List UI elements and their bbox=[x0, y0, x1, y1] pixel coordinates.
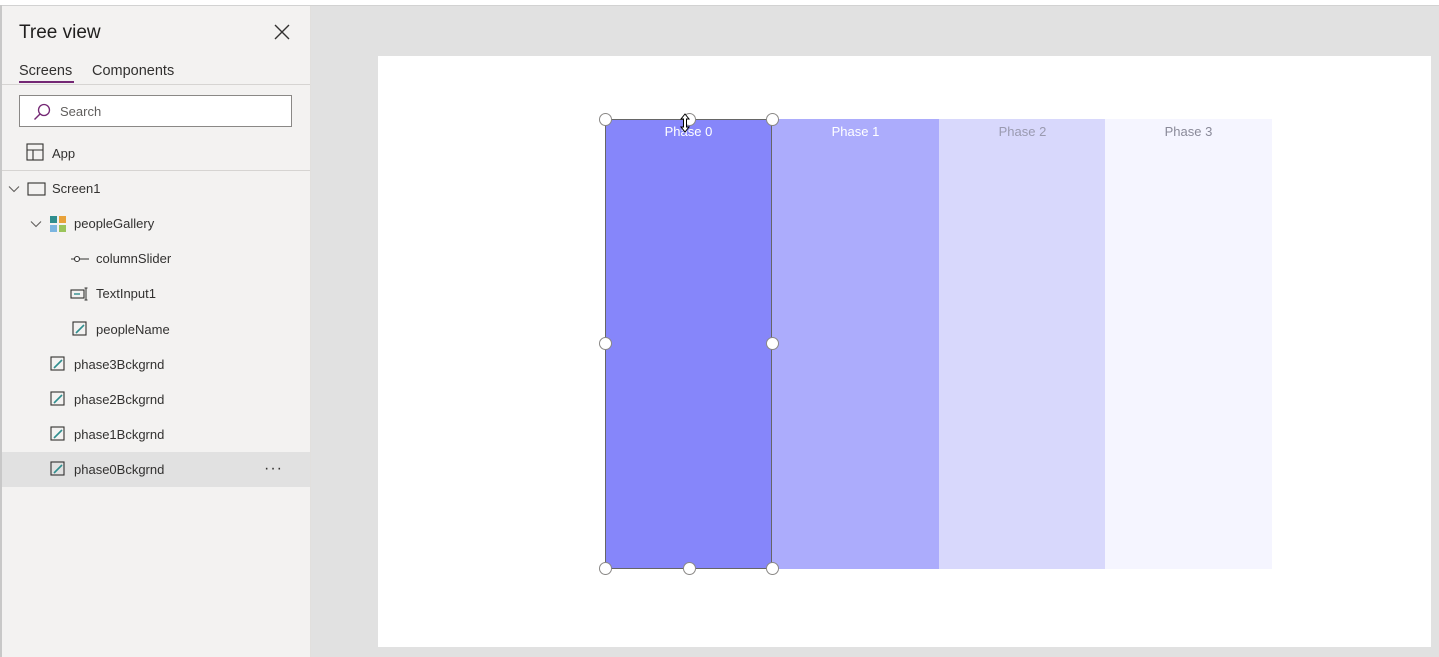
tree-item-phase3bckgrnd[interactable]: phase3Bckgrnd bbox=[2, 347, 310, 382]
tree-item-phase0bckgrnd[interactable]: phase0Bckgrnd ··· bbox=[2, 452, 310, 487]
edit-label-icon bbox=[50, 391, 65, 406]
phase-label: Phase 2 bbox=[998, 124, 1047, 139]
tree-item-textinput1[interactable]: TextInput1 bbox=[2, 276, 310, 311]
edit-label-icon bbox=[72, 321, 87, 336]
tree-item-peoplegallery[interactable]: peopleGallery bbox=[2, 206, 310, 241]
phase-label: Phase 3 bbox=[1164, 124, 1213, 139]
edit-label-icon bbox=[50, 461, 65, 476]
tree-item-label: phase1Bckgrnd bbox=[74, 427, 165, 442]
more-options-button[interactable]: ··· bbox=[264, 460, 283, 478]
resize-handle-right[interactable] bbox=[766, 337, 779, 350]
edit-label-icon bbox=[50, 426, 65, 441]
tree-item-app[interactable]: App bbox=[2, 136, 310, 171]
close-icon bbox=[274, 24, 290, 40]
tree-item-label: phase0Bckgrnd bbox=[74, 462, 165, 477]
slider-icon bbox=[71, 255, 89, 263]
tree-item-label: Screen1 bbox=[52, 181, 101, 196]
tree-item-screen1[interactable]: Screen1 bbox=[2, 171, 310, 206]
tree-item-label: TextInput1 bbox=[96, 286, 156, 301]
chevron-down-icon[interactable] bbox=[30, 218, 42, 230]
resize-handle-top-right[interactable] bbox=[766, 113, 779, 126]
tree-view-panel: Tree view Screens Components Search App … bbox=[2, 6, 311, 657]
phase3-background[interactable]: Phase 3 bbox=[1105, 119, 1272, 569]
tree-item-label: peopleName bbox=[96, 322, 170, 337]
resize-handle-bottom-left[interactable] bbox=[599, 562, 612, 575]
close-button[interactable] bbox=[271, 21, 293, 43]
tree-item-label: columnSlider bbox=[96, 251, 172, 266]
tree-item-peoplename[interactable]: peopleName bbox=[2, 312, 310, 347]
edit-label-icon bbox=[50, 356, 65, 371]
tree-item-columnslider[interactable]: columnSlider bbox=[2, 241, 310, 276]
gallery-icon bbox=[50, 216, 66, 232]
tree-item-label: phase3Bckgrnd bbox=[74, 357, 165, 372]
search-icon bbox=[34, 103, 51, 120]
divider bbox=[2, 84, 310, 85]
search-placeholder: Search bbox=[60, 104, 102, 119]
app-icon bbox=[26, 143, 44, 161]
tab-components[interactable]: Components bbox=[92, 63, 174, 79]
phase0-background[interactable]: Phase 0 bbox=[605, 119, 772, 569]
tree-item-label: peopleGallery bbox=[74, 216, 155, 231]
text-input-icon bbox=[70, 287, 88, 301]
tab-screens[interactable]: Screens bbox=[19, 63, 72, 79]
resize-handle-top-left[interactable] bbox=[599, 113, 612, 126]
resize-handle-bottom[interactable] bbox=[683, 562, 696, 575]
resize-cursor-icon bbox=[679, 113, 691, 133]
phase-label: Phase 1 bbox=[831, 124, 880, 139]
tree-item-phase1bckgrnd[interactable]: phase1Bckgrnd bbox=[2, 417, 310, 452]
screen-icon bbox=[27, 182, 46, 196]
resize-handle-bottom-right[interactable] bbox=[766, 562, 779, 575]
resize-handle-left[interactable] bbox=[599, 337, 612, 350]
active-tab-indicator bbox=[19, 81, 74, 83]
chevron-down-icon[interactable] bbox=[8, 183, 20, 195]
search-input[interactable]: Search bbox=[19, 95, 292, 127]
tree-item-phase2bckgrnd[interactable]: phase2Bckgrnd bbox=[2, 382, 310, 417]
tree-item-label: phase2Bckgrnd bbox=[74, 392, 165, 407]
phase1-background[interactable]: Phase 1 bbox=[772, 119, 939, 569]
panel-title: Tree view bbox=[19, 22, 101, 43]
tree-item-label: App bbox=[52, 146, 76, 161]
phase2-background[interactable]: Phase 2 bbox=[939, 119, 1106, 569]
